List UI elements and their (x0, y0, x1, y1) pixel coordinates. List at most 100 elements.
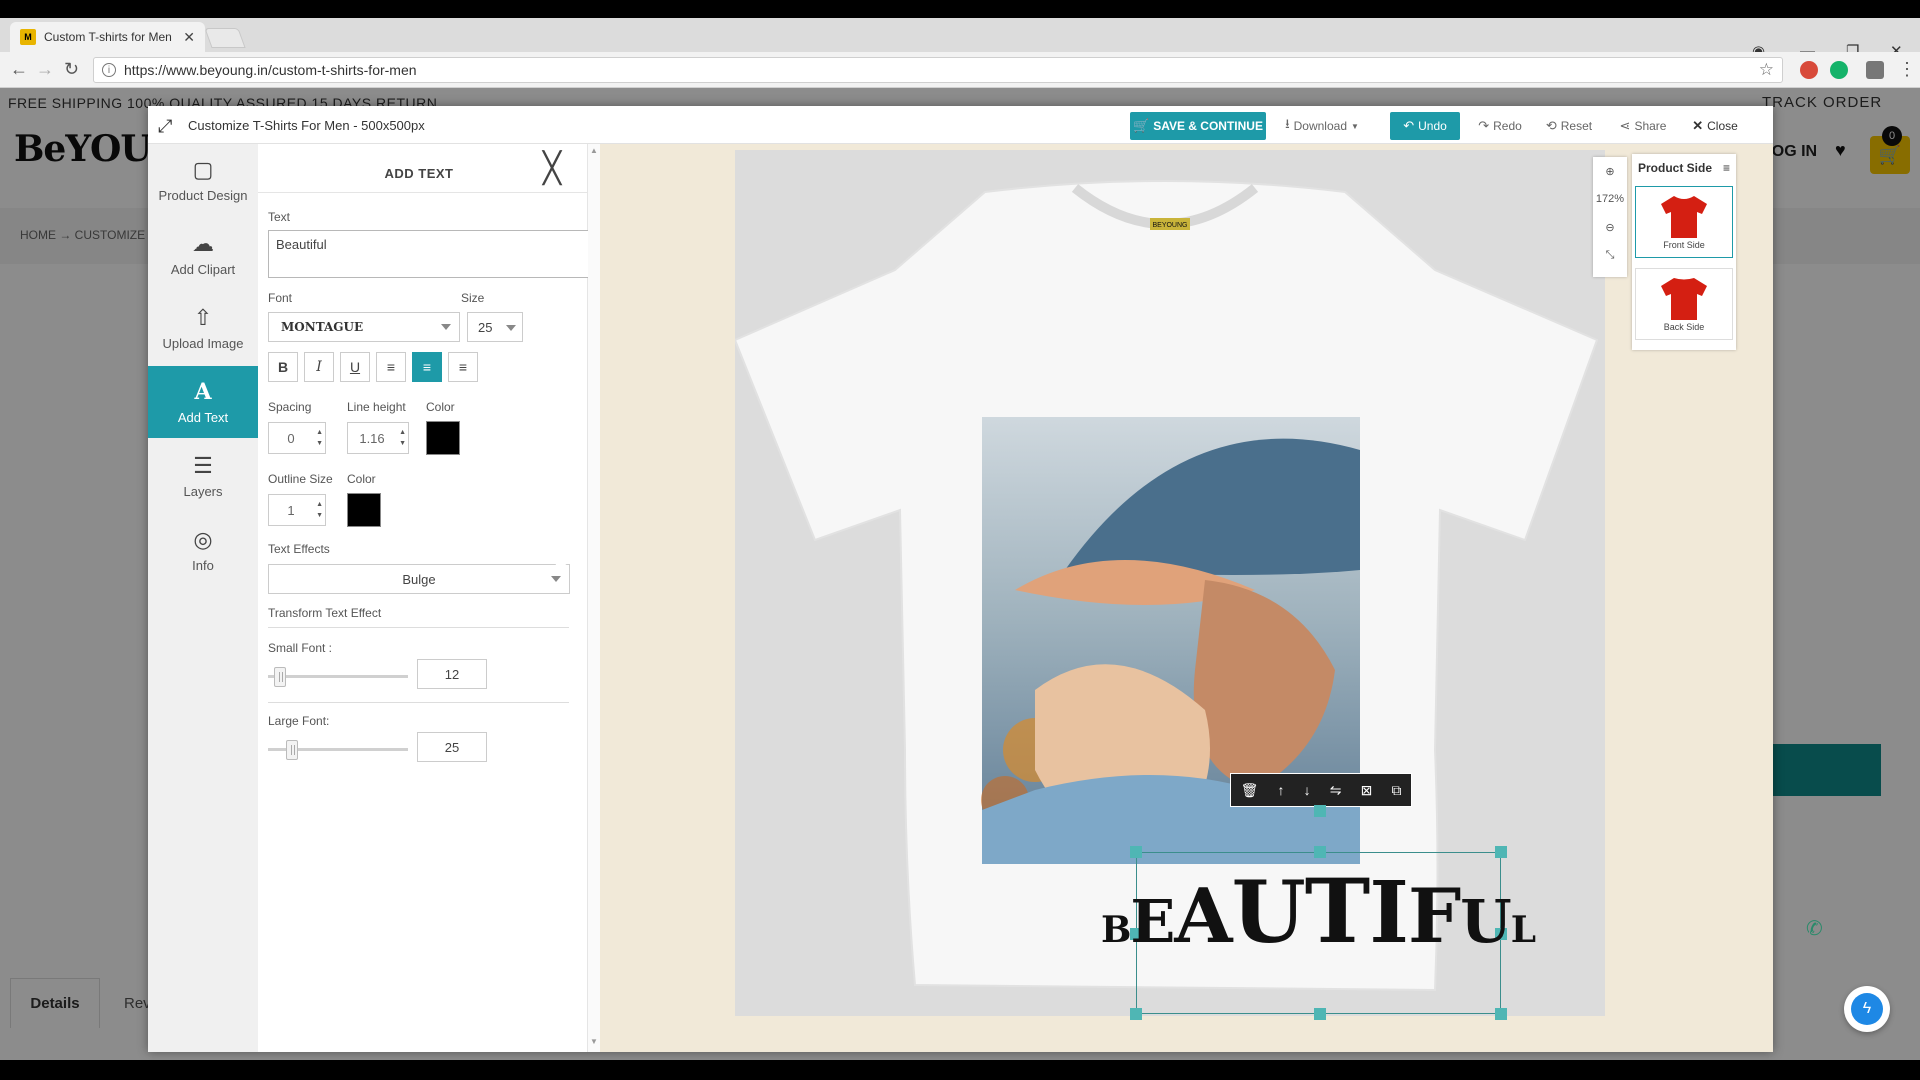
rotate-handle[interactable] (1314, 805, 1326, 817)
extension-icon[interactable] (1800, 61, 1818, 79)
whatsapp-icon[interactable]: ✆ (1806, 916, 1823, 941)
sidebar-item-upload-image[interactable]: ⇧ Upload Image (148, 292, 258, 364)
font-label: Font (268, 291, 293, 305)
sidebar-item-add-clipart[interactable]: ☁ Add Clipart (148, 218, 258, 290)
back-icon[interactable]: ← (10, 59, 28, 80)
flip-icon[interactable]: ⇋ (1330, 782, 1342, 799)
save-continue-button[interactable]: 🛒 SAVE & CONTINUE (1130, 112, 1266, 140)
large-font-input[interactable]: 25 (417, 732, 487, 762)
tab-close-icon[interactable]: ✕ (183, 29, 195, 46)
sidebar-item-label: Info (192, 558, 214, 573)
save-label: SAVE & CONTINUE (1153, 119, 1263, 133)
tshirt-label-text: BEYOUNG (1152, 222, 1187, 229)
stepper-arrows-icon[interactable]: ▲ ▼ (399, 427, 406, 449)
slider-handle[interactable] (286, 740, 298, 760)
duplicate-icon[interactable]: ⧉ (1391, 782, 1401, 799)
outline-color-swatch[interactable] (347, 493, 381, 527)
design-text-value: BEAUTIFUL (1101, 867, 1536, 956)
bookmark-star-icon[interactable]: ☆ (1759, 60, 1774, 80)
undo-button[interactable]: ↶ Undo (1390, 112, 1460, 140)
align-center-button[interactable]: ≡ (412, 352, 442, 382)
resize-handle[interactable] (1495, 1008, 1507, 1020)
sidebar-item-layers[interactable]: ☰ Layers (148, 440, 258, 512)
browser-tab[interactable]: M Custom T-shirts for Men ✕ (10, 22, 205, 52)
resize-handle[interactable] (1495, 846, 1507, 858)
align-left-button[interactable]: ≡ (376, 352, 406, 382)
menu-kebab-icon[interactable]: ⋮ (1898, 59, 1916, 80)
url-input[interactable]: i https://www.beyoung.in/custom-t-shirts… (93, 57, 1783, 83)
line-height-value: 1.16 (359, 430, 385, 446)
panel-title: ADD TEXT (384, 166, 454, 181)
sidebar-item-product-design[interactable]: ▢ Product Design (148, 144, 258, 216)
resize-handle[interactable] (1314, 1008, 1326, 1020)
reload-icon[interactable]: ↻ (64, 59, 79, 80)
design-text[interactable]: BEAUTIFUL (1101, 866, 1536, 956)
fit-icon[interactable]: ⤡ (1606, 241, 1615, 269)
sidebar-item-info[interactable]: ◎ Info (148, 514, 258, 586)
text-effects-select[interactable]: Bulge (268, 564, 570, 594)
redo-button[interactable]: ↷ Redo (1472, 112, 1528, 140)
delete-icon[interactable]: 🗑 (1241, 782, 1259, 799)
text-color-swatch[interactable] (426, 421, 460, 455)
scroll-up-icon[interactable]: ▲ (590, 146, 598, 155)
fullscreen-icon[interactable]: ⤢ (158, 116, 172, 137)
grammarly-icon[interactable] (1830, 61, 1848, 79)
spacing-label: Spacing (268, 400, 312, 414)
back-side-thumbnail[interactable]: Back Side (1635, 268, 1733, 340)
size-select[interactable]: 25 (467, 312, 523, 342)
design-text-letter: T (1304, 859, 1370, 963)
small-font-input[interactable]: 12 (417, 659, 487, 689)
extension-lock-icon[interactable] (1866, 61, 1884, 79)
small-font-slider[interactable] (268, 667, 408, 687)
front-side-thumbnail[interactable]: Front Side (1635, 186, 1733, 258)
line-height-stepper[interactable]: 1.16 ▲ ▼ (347, 422, 409, 454)
resize-handle[interactable] (1130, 846, 1142, 858)
spacing-stepper[interactable]: 0 ▲ ▼ (268, 422, 326, 454)
zoom-out-icon[interactable]: ⊖ (1605, 213, 1614, 241)
chevron-down-icon (551, 576, 561, 582)
slider-handle[interactable] (274, 667, 286, 687)
design-text-letter: I (1369, 863, 1409, 963)
sidebar-item-label: Layers (183, 484, 223, 499)
resize-handle[interactable] (1130, 1008, 1142, 1020)
font-select[interactable]: MONTAGUE (268, 312, 460, 342)
menu-icon[interactable]: ≡ (1723, 161, 1730, 175)
forward-icon[interactable]: → (36, 59, 54, 80)
center-icon[interactable]: ⊠ (1361, 782, 1373, 799)
download-label: Download (1293, 119, 1347, 133)
panel-close-icon[interactable]: ╳ (543, 154, 561, 184)
underline-button[interactable]: U (340, 352, 370, 382)
outline-size-stepper[interactable]: 1 ▲ ▼ (268, 494, 326, 526)
messenger-chat-button[interactable]: ϟ (1844, 986, 1890, 1032)
scroll-down-icon[interactable]: ▼ (590, 1037, 598, 1046)
spacing-value: 0 (287, 430, 295, 446)
bold-button[interactable]: B (268, 352, 298, 382)
send-backward-icon[interactable]: ↓ (1304, 782, 1311, 798)
chevron-down-icon: ▼ (1351, 121, 1359, 131)
sidebar-item-add-text[interactable]: A Add Text (148, 366, 266, 438)
divider (268, 702, 569, 703)
tshirt-front-icon (1661, 196, 1707, 238)
tool-sidebar: ▢ Product Design ☁ Add Clipart ⇧ Upload … (148, 144, 266, 1052)
resize-handle[interactable] (1314, 846, 1326, 858)
panel-scrollbar[interactable]: ▲ ▼ (588, 144, 600, 1052)
stepper-arrows-icon[interactable]: ▲ ▼ (316, 499, 323, 521)
bring-forward-icon[interactable]: ↑ (1277, 782, 1284, 798)
large-font-slider[interactable] (268, 740, 408, 760)
text-input[interactable]: Beautiful (268, 230, 597, 278)
new-tab-button[interactable] (204, 28, 246, 48)
tshirt-back-icon (1661, 278, 1707, 320)
upload-cloud-icon: ⇧ (193, 305, 213, 330)
front-side-label: Front Side (1663, 240, 1705, 250)
clipart-icon: ☁ (192, 231, 214, 256)
site-info-icon[interactable]: i (102, 63, 116, 77)
share-icon: ⋖ (1619, 118, 1631, 133)
align-right-button[interactable]: ≡ (448, 352, 478, 382)
close-modal-button[interactable]: ✕ Close (1684, 112, 1746, 140)
download-button[interactable]: ⭳ Download ▼ (1276, 112, 1368, 140)
italic-button[interactable]: I (304, 352, 334, 382)
reset-button[interactable]: ⟲ Reset (1538, 112, 1600, 140)
stepper-arrows-icon[interactable]: ▲ ▼ (316, 427, 323, 449)
zoom-in-icon[interactable]: ⊕ (1605, 157, 1614, 185)
share-button[interactable]: ⋖ Share (1612, 112, 1674, 140)
